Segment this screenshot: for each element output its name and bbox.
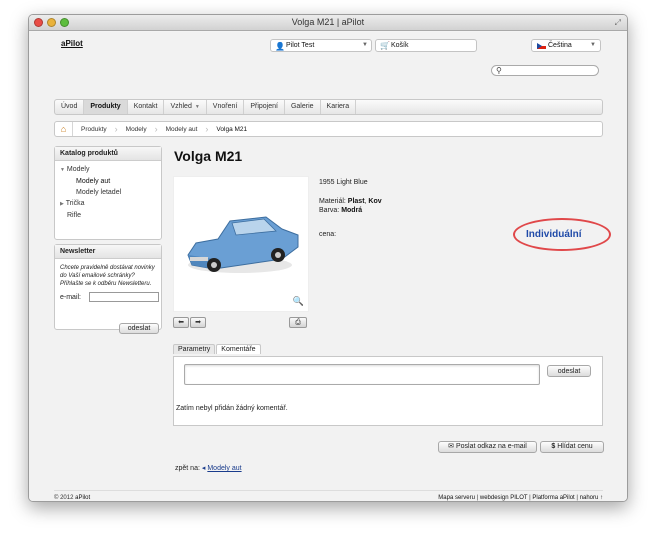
comment-submit-button[interactable]: odeslat (547, 365, 591, 377)
next-image-button[interactable]: ➡ (190, 317, 206, 328)
main-nav: Úvod Produkty Kontakt Vzhled ▼ Vnoření Př… (54, 99, 603, 115)
catalog-item-tricka[interactable]: ▶ Trička (55, 198, 161, 210)
catalog-item-modely-aut[interactable]: Modely aut (55, 176, 161, 187)
previous-image-button[interactable]: ⬅ (173, 317, 189, 328)
nav-item-produkty[interactable]: Produkty (84, 100, 128, 114)
back-link-row: zpět na: ◂ Modely aut (175, 464, 242, 472)
catalog-item-modely-letadel[interactable]: Modely letadel (55, 187, 161, 198)
cart-link[interactable]: Košík (391, 42, 409, 49)
comment-input[interactable] (184, 364, 540, 385)
price-label: cena: (319, 231, 337, 238)
breadcrumb-item-current: Volga M21 (216, 125, 248, 133)
nav-item-kontakt[interactable]: Kontakt (128, 100, 165, 114)
fullscreen-icon[interactable]: ⤢ (615, 18, 621, 28)
nav-item-pripojeni[interactable]: Připojení (244, 100, 285, 114)
envelope-icon: ✉ (448, 443, 455, 450)
color-row: Barva: Modrá (319, 207, 362, 214)
home-icon[interactable]: ⌂ (55, 122, 73, 136)
catalog-panel: Katalog produktů ▼ Modely Modely aut Mod… (54, 146, 162, 240)
copyright-text: © 2012 (54, 495, 74, 501)
no-comments-text: Zatím nebyl přidán žádný komentář. (176, 405, 288, 412)
tab-komentare[interactable]: Komentáře (216, 344, 261, 354)
nav-item-galerie[interactable]: Galerie (285, 100, 321, 114)
breadcrumb: ⌂ Produkty › Modely › Modely aut › Volga M2… (54, 121, 603, 137)
cart-icon: 🛒 (380, 41, 390, 50)
footer-links: Mapa serveru | webdesign PILOT | Platfor… (438, 495, 603, 501)
product-tabs: Parametry Komentáře (173, 344, 262, 354)
newsletter-text: Chcete pravidelně dostávat novinky do Va… (60, 265, 155, 287)
expanded-icon: ▼ (60, 167, 65, 173)
email-label: e-mail: (60, 294, 82, 301)
color-link[interactable]: Modrá (341, 207, 362, 214)
product-image[interactable]: 🔍 (173, 176, 309, 312)
search-input[interactable]: ⚲ (491, 65, 599, 76)
zoom-icon[interactable]: 🔍 (293, 296, 304, 307)
title-bar: Volga M21 | aPilot ⤢ (29, 15, 627, 31)
copyright-link[interactable]: aPilot (75, 495, 90, 501)
catalog-item-rifle[interactable]: Rifle (55, 210, 161, 221)
site-logo-link[interactable]: aPilot (61, 39, 83, 48)
color-label: Barva: (319, 207, 340, 214)
back-link[interactable]: Modely aut (207, 465, 241, 472)
highlight-ellipse (513, 218, 611, 251)
email-row: e-mail: (55, 292, 161, 306)
dollar-icon: $ (551, 443, 556, 450)
user-name-link[interactable]: Pilot Test (286, 42, 314, 49)
product-title: Volga M21 (174, 148, 243, 164)
email-field[interactable] (89, 292, 159, 302)
catalog-title: Katalog produktů (55, 147, 161, 161)
footer: © 2012 aPilot Mapa serveru | webdesign P… (54, 490, 603, 501)
material-label: Materiál: (319, 198, 346, 205)
print-button[interactable]: ⎙ (289, 317, 307, 328)
footer-link-sitemap[interactable]: Mapa serveru (438, 495, 475, 501)
material-link-plast[interactable]: Plast (348, 198, 365, 205)
back-label: zpět na: (175, 465, 200, 472)
user-icon: 👤 (275, 42, 285, 51)
footer-link-top[interactable]: nahoru ↑ (580, 495, 603, 501)
newsletter-title: Newsletter (55, 245, 161, 259)
web-page: aPilot 👤 Pilot Test ▼ 🛒 Košík Čeština ▼ … (29, 32, 627, 501)
image-navigation: ⬅ ➡ (173, 317, 206, 328)
catalog-item-label: Trička (65, 200, 85, 207)
czech-flag-icon (537, 43, 546, 49)
newsletter-panel: Newsletter Chcete pravidelně dostávat no… (54, 244, 162, 334)
window-title: Volga M21 | aPilot (291, 17, 365, 27)
nav-item-kariera[interactable]: Kariera (321, 100, 357, 114)
catalog-item-modely[interactable]: ▼ Modely (55, 164, 161, 176)
chevron-down-icon: ▼ (194, 104, 200, 110)
material-link-kov[interactable]: Kov (368, 198, 381, 205)
footer-link-platform[interactable]: Platforma aPilot (532, 495, 574, 501)
search-icon: ⚲ (496, 66, 502, 75)
language-label: Čeština (548, 42, 572, 49)
product-variant: 1955 Light Blue (319, 179, 368, 186)
watch-price-button[interactable]: $ Hlídat cenu (540, 441, 604, 453)
watch-price-label: Hlídat cenu (557, 443, 593, 450)
breadcrumb-item-modely[interactable]: Modely (118, 126, 155, 133)
send-link-button[interactable]: ✉ Poslat odkaz na e-mail (438, 441, 537, 453)
back-arrow-icon: ◂ (201, 465, 206, 472)
nav-item-vzhled-label: Vzhled (170, 103, 192, 110)
cart-box[interactable]: 🛒 Košík (375, 39, 477, 52)
newsletter-submit-button[interactable]: odeslat (119, 323, 159, 334)
breadcrumb-item-produkty[interactable]: Produkty (73, 126, 115, 133)
material-row: Materiál: Plast, Kov (319, 198, 382, 205)
tab-parametry[interactable]: Parametry (173, 344, 216, 354)
browser-window: Volga M21 | aPilot ⤢ aPilot 👤 Pilot Test… (28, 14, 628, 502)
send-link-label: Poslat odkaz na e-mail (456, 443, 527, 450)
language-select[interactable]: Čeština ▼ (531, 39, 601, 52)
chevron-down-icon: ▼ (362, 42, 368, 48)
breadcrumb-item-modely-aut[interactable]: Modely aut (158, 126, 206, 133)
footer-link-webdesign[interactable]: webdesign PILOT (480, 495, 528, 501)
car-image-icon (187, 216, 299, 273)
nav-item-uvod[interactable]: Úvod (55, 100, 85, 114)
nav-item-vnoreni[interactable]: Vnoření (207, 100, 245, 114)
collapsed-icon: ▶ (60, 201, 64, 207)
catalog-item-label: Modely (66, 166, 90, 173)
catalog-list: ▼ Modely Modely aut Modely letadel ▶ Tri… (55, 161, 161, 221)
user-dropdown[interactable]: 👤 Pilot Test ▼ (270, 39, 372, 52)
nav-item-vzhled[interactable]: Vzhled ▼ (164, 100, 207, 114)
chevron-down-icon: ▼ (590, 42, 596, 48)
